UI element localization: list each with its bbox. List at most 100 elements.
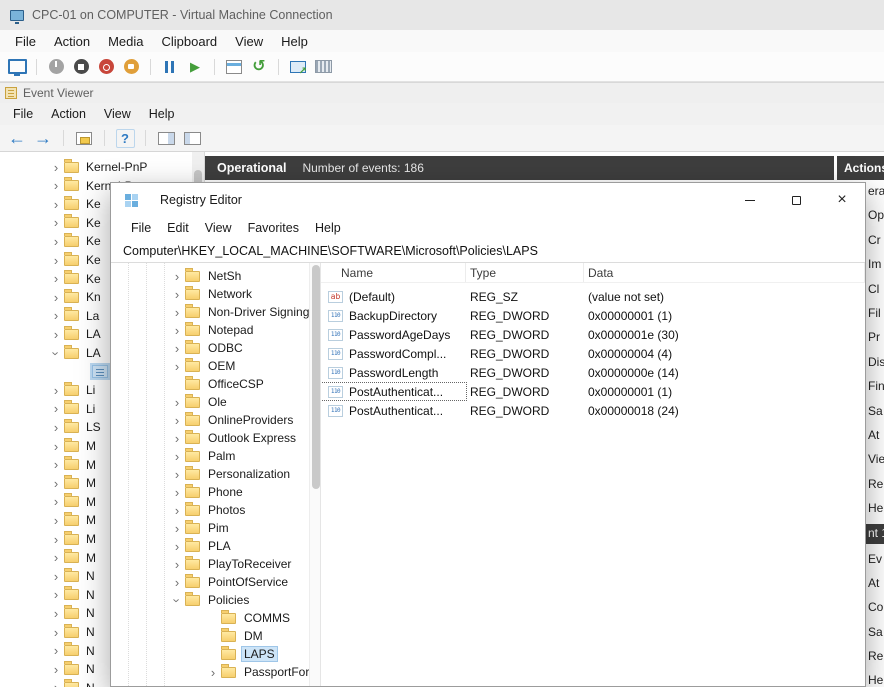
close-button[interactable]	[819, 183, 865, 217]
registry-tree-item[interactable]: Photos	[111, 501, 309, 519]
registry-tree-item[interactable]: DM	[111, 627, 309, 645]
actions-item[interactable]: Co	[868, 600, 883, 618]
chevron-right-icon[interactable]	[171, 270, 183, 283]
re-menu-item-view[interactable]: View	[197, 221, 240, 235]
actions-item[interactable]: Re	[868, 477, 883, 495]
chevron-right-icon[interactable]	[50, 514, 62, 527]
chevron-right-icon[interactable]	[171, 324, 183, 337]
save-state-icon[interactable]	[120, 56, 142, 78]
chevron-right-icon[interactable]	[50, 179, 62, 192]
chevron-right-icon[interactable]	[50, 161, 62, 174]
shut-down-icon[interactable]	[95, 56, 117, 78]
chevron-right-icon[interactable]	[171, 414, 183, 427]
help-icon[interactable]	[114, 127, 136, 149]
actions-item[interactable]: Vie	[868, 452, 884, 470]
registry-value-row[interactable]: BackupDirectoryREG_DWORD0x00000001 (1)	[321, 306, 865, 325]
chevron-right-icon[interactable]	[50, 570, 62, 583]
chevron-down-icon[interactable]	[50, 347, 63, 359]
registry-tree-item[interactable]: ODBC	[111, 339, 309, 357]
chevron-right-icon[interactable]	[50, 533, 62, 546]
vm-window-titlebar[interactable]: CPC-01 on COMPUTER - Virtual Machine Con…	[0, 0, 884, 30]
scrollbar-thumb[interactable]	[312, 265, 320, 489]
registry-tree-item[interactable]: Personalization	[111, 465, 309, 483]
actions-item[interactable]: At	[868, 576, 879, 594]
registry-value-row[interactable]: PasswordLengthREG_DWORD0x0000000e (14)	[321, 363, 865, 382]
maximize-button[interactable]	[773, 183, 819, 217]
enhanced-session-icon[interactable]	[287, 56, 309, 78]
customize-view-icon[interactable]	[181, 127, 203, 149]
chevron-right-icon[interactable]	[171, 576, 183, 589]
chevron-right-icon[interactable]	[50, 272, 62, 285]
chevron-right-icon[interactable]	[50, 681, 62, 687]
chevron-right-icon[interactable]	[50, 458, 62, 471]
registry-tree-item[interactable]: OEM	[111, 357, 309, 375]
chevron-right-icon[interactable]	[171, 360, 183, 373]
re-menu-item-help[interactable]: Help	[307, 221, 349, 235]
chevron-right-icon[interactable]	[171, 306, 183, 319]
show-hide-action-pane-icon[interactable]	[155, 127, 177, 149]
chevron-right-icon[interactable]	[50, 477, 62, 490]
chevron-right-icon[interactable]	[50, 384, 62, 397]
chevron-right-icon[interactable]	[171, 450, 183, 463]
registry-value-row[interactable]: PostAuthenticat...REG_DWORD0x00000001 (1…	[321, 382, 865, 401]
chevron-right-icon[interactable]	[171, 468, 183, 481]
registry-tree-item[interactable]: Pim	[111, 519, 309, 537]
registry-tree-item[interactable]: NetSh	[111, 267, 309, 285]
start-icon[interactable]	[45, 56, 67, 78]
column-header-type[interactable]: Type	[466, 263, 584, 282]
actions-item[interactable]: erat...	[868, 184, 884, 202]
actions-item[interactable]: At	[868, 428, 879, 446]
registry-tree-item[interactable]: OnlineProviders	[111, 411, 309, 429]
chevron-right-icon[interactable]	[50, 254, 62, 267]
registry-tree-item[interactable]: Palm	[111, 447, 309, 465]
chevron-right-icon[interactable]	[50, 588, 62, 601]
actions-item[interactable]: Re	[868, 649, 883, 667]
actions-item[interactable]: Dis	[868, 355, 884, 373]
chevron-right-icon[interactable]	[207, 666, 219, 679]
registry-tree-item[interactable]: PlayToReceiver	[111, 555, 309, 573]
reset-icon[interactable]	[184, 56, 206, 78]
chevron-right-icon[interactable]	[50, 663, 62, 676]
re-menu-item-edit[interactable]: Edit	[159, 221, 197, 235]
ev-window-titlebar[interactable]: Event Viewer	[0, 82, 884, 103]
chevron-right-icon[interactable]	[171, 558, 183, 571]
chevron-right-icon[interactable]	[50, 291, 62, 304]
registry-tree-item[interactable]: LAPS	[111, 645, 309, 663]
registry-tree-item[interactable]: PointOfService	[111, 573, 309, 591]
actions-item[interactable]: Op	[868, 208, 884, 226]
pause-icon[interactable]	[159, 56, 181, 78]
actions-item[interactable]: Im	[868, 257, 881, 275]
vm-menu-item-file[interactable]: File	[6, 34, 45, 49]
registry-tree-item[interactable]: Policies	[111, 591, 309, 609]
chevron-right-icon[interactable]	[171, 540, 183, 553]
actions-item[interactable]: Ev	[868, 552, 882, 570]
re-menu-item-favorites[interactable]: Favorites	[240, 221, 307, 235]
chevron-right-icon[interactable]	[50, 644, 62, 657]
chevron-right-icon[interactable]	[171, 522, 183, 535]
actions-item[interactable]: Sa	[868, 625, 883, 643]
chevron-right-icon[interactable]	[50, 198, 62, 211]
registry-tree-item[interactable]: Notepad	[111, 321, 309, 339]
chevron-right-icon[interactable]	[50, 235, 62, 248]
registry-tree-item[interactable]: PassportForWork	[111, 663, 309, 681]
chevron-right-icon[interactable]	[171, 396, 183, 409]
actions-section-header[interactable]: nt 1...	[866, 524, 884, 544]
back-icon[interactable]	[6, 127, 28, 149]
actions-item[interactable]: Sa	[868, 404, 883, 422]
registry-tree-item[interactable]: Network	[111, 285, 309, 303]
chevron-right-icon[interactable]	[50, 551, 62, 564]
registry-tree-item[interactable]: COMMS	[111, 609, 309, 627]
share-icon[interactable]	[312, 56, 334, 78]
ev-menu-item-view[interactable]: View	[95, 107, 140, 121]
column-header-name[interactable]: Name	[321, 263, 466, 282]
chevron-right-icon[interactable]	[50, 440, 62, 453]
registry-value-row[interactable]: PostAuthenticat...REG_DWORD0x00000018 (2…	[321, 401, 865, 420]
ev-tree-item[interactable]: Kernel-PnP	[0, 158, 192, 176]
registry-value-row[interactable]: PasswordCompl...REG_DWORD0x00000004 (4)	[321, 344, 865, 363]
re-menu-item-file[interactable]: File	[123, 221, 159, 235]
actions-item[interactable]: He	[868, 501, 883, 519]
chevron-right-icon[interactable]	[171, 342, 183, 355]
column-header-data[interactable]: Data	[584, 263, 865, 282]
chevron-right-icon[interactable]	[50, 495, 62, 508]
chevron-right-icon[interactable]	[50, 421, 62, 434]
